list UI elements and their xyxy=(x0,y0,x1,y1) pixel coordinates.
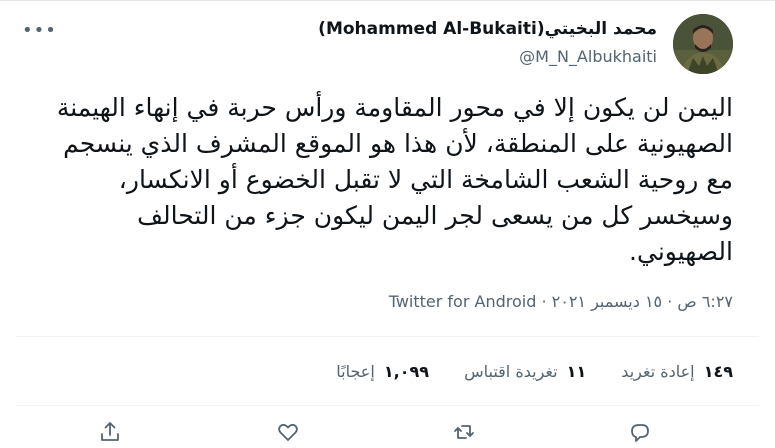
tweet-timestamp[interactable]: ٦:٢٧ ص · ١٥ ديسمبر ٢٠٢١ xyxy=(552,292,733,311)
retweets-stat[interactable]: ١٤٩ إعادة تغريد xyxy=(621,362,733,381)
quotes-count: ١١ xyxy=(566,362,587,381)
tweet-card: ••• محمد البخيتي(Mohammed Al-Bukaiti) @M… xyxy=(0,0,775,448)
like-button[interactable] xyxy=(276,420,304,448)
likes-label: إعجابًا xyxy=(336,362,375,381)
avatar[interactable] xyxy=(673,14,733,74)
top-border xyxy=(0,0,775,1)
author-handle[interactable]: @M_N_Albukhaiti xyxy=(318,46,657,68)
tweet-actions xyxy=(0,420,775,448)
more-icon: ••• xyxy=(22,20,57,41)
retweets-count: ١٤٩ xyxy=(703,362,733,381)
like-icon xyxy=(278,423,298,441)
meta-divider xyxy=(16,336,759,337)
avatar-image xyxy=(673,14,733,74)
tweet-meta: ٦:٢٧ ص · ١٥ ديسمبر ٢٠٢١ · Twitter for An… xyxy=(389,292,733,311)
share-button[interactable] xyxy=(98,420,126,448)
stats-divider xyxy=(16,405,759,406)
likes-count: ١,٠٩٩ xyxy=(383,362,429,381)
tweet-text: اليمن لن يكون إلا في محور المقاومة ورأس … xyxy=(56,93,733,266)
author-display-name[interactable]: محمد البخيتي(Mohammed Al-Bukaiti) xyxy=(318,18,657,40)
tweet-source-app[interactable]: Twitter for Android xyxy=(389,292,537,311)
more-options-button[interactable]: ••• xyxy=(22,21,56,41)
tweet-stats: ١٤٩ إعادة تغريد ١١ تغريدة اقتباس ١,٠٩٩ إ… xyxy=(306,362,733,381)
share-icon xyxy=(101,422,119,441)
reply-button[interactable] xyxy=(628,420,656,448)
meta-separator: · xyxy=(541,292,547,311)
reply-icon xyxy=(631,424,649,442)
retweet-icon xyxy=(454,425,474,439)
author-info: محمد البخيتي(Mohammed Al-Bukaiti) @M_N_A… xyxy=(318,18,657,68)
likes-stat[interactable]: ١,٠٩٩ إعجابًا xyxy=(336,362,429,381)
quotes-stat[interactable]: ١١ تغريدة اقتباس xyxy=(464,362,586,381)
retweets-label: إعادة تغريد xyxy=(621,362,695,381)
retweet-button[interactable] xyxy=(452,420,480,448)
quotes-label: تغريدة اقتباس xyxy=(464,362,558,381)
